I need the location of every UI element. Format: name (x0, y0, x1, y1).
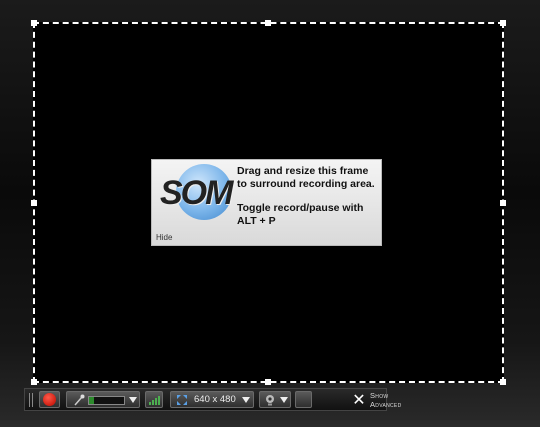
resize-icon (177, 395, 187, 405)
logo-text: SOM (160, 174, 233, 212)
audio-level-meter (88, 396, 125, 405)
recording-size-value: 640 x 480 (194, 394, 236, 405)
signal-icon (149, 396, 160, 405)
chevron-down-icon (129, 397, 137, 403)
webcam-dropdown[interactable] (259, 391, 291, 408)
drag-grip-icon[interactable] (29, 393, 35, 407)
resize-handle-middle-right[interactable] (500, 200, 506, 206)
signal-button[interactable] (145, 391, 163, 408)
record-button[interactable] (39, 391, 60, 408)
recording-size-dropdown[interactable]: 640 x 480 (170, 391, 254, 408)
chevron-down-icon (242, 397, 250, 403)
resize-handle-top-left[interactable] (31, 20, 37, 26)
resize-handle-top-right[interactable] (500, 20, 506, 26)
webcam-icon (266, 395, 274, 406)
close-button[interactable]: ✕ (351, 391, 367, 408)
resize-handle-middle-left[interactable] (31, 200, 37, 206)
resize-handle-bottom-right[interactable] (500, 379, 506, 385)
record-icon (43, 393, 56, 406)
instruction-toggle: Toggle record/pause with ALT + P (237, 202, 364, 227)
recorder-toolbar: 640 x 480 ✕ Show Advanced (24, 388, 401, 411)
microphone-dropdown[interactable] (66, 391, 140, 408)
chevron-down-icon (280, 397, 288, 403)
show-advanced-line1: Show (370, 391, 389, 400)
audio-level-fill (89, 397, 95, 404)
show-advanced-link[interactable]: Show Advanced (370, 391, 401, 409)
show-advanced-line2: Advanced (370, 400, 402, 409)
instruction-resize: Drag and resize this frame to surround r… (237, 165, 375, 190)
resize-handle-bottom-left[interactable] (31, 379, 37, 385)
resize-handle-bottom-center[interactable] (265, 379, 271, 385)
blank-option-button[interactable] (295, 391, 312, 408)
instructions-panel: SOM Drag and resize this frame to surrou… (151, 159, 382, 246)
hide-link[interactable]: Hide (156, 233, 172, 242)
resize-handle-top-center[interactable] (265, 20, 271, 26)
instructions-text: Drag and resize this frame to surround r… (237, 165, 379, 227)
microphone-icon (74, 394, 85, 406)
som-logo: SOM (158, 164, 234, 222)
